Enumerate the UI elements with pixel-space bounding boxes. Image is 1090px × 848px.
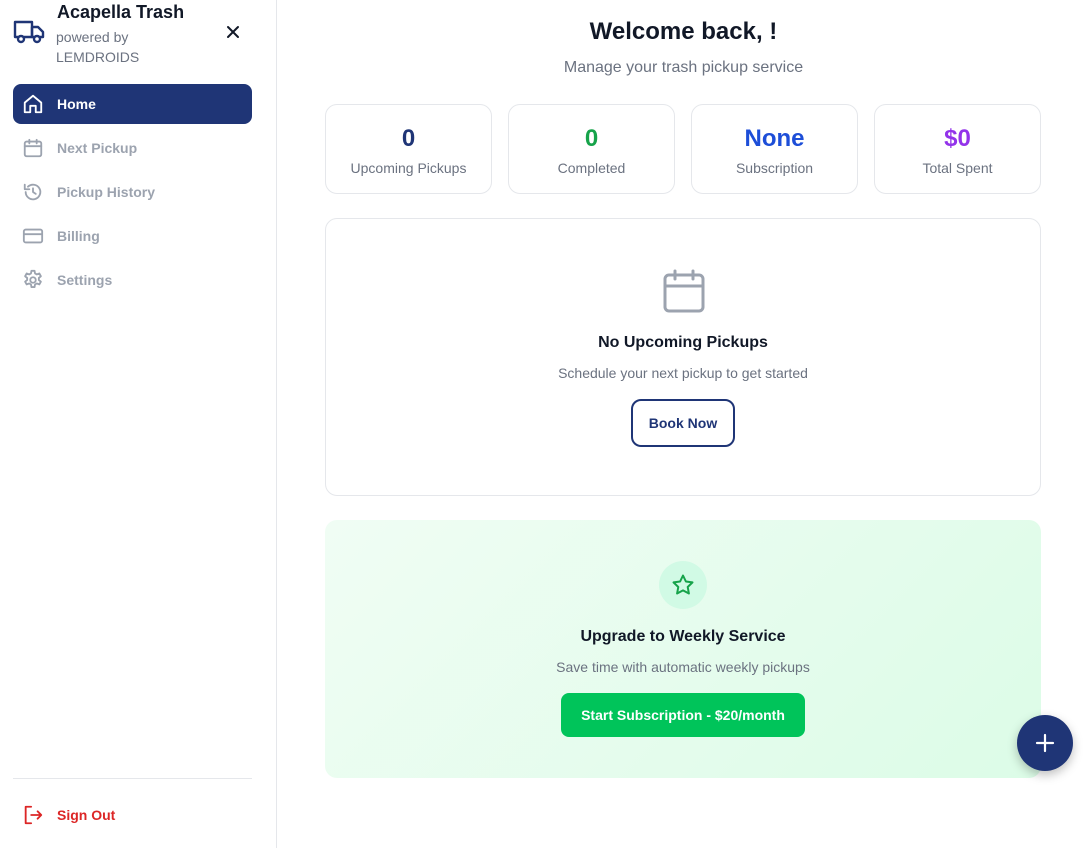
start-subscription-button[interactable]: Start Subscription - $20/month: [561, 693, 805, 737]
empty-state-title: No Upcoming Pickups: [598, 334, 768, 351]
close-icon: [227, 26, 239, 38]
page-title: Welcome back, !: [589, 18, 778, 45]
sidebar-item-label: Settings: [57, 272, 113, 288]
stat-value: 0: [584, 125, 599, 152]
app-subtitle: powered by LEMDROIDS: [56, 29, 140, 65]
brand-header: Acapella Trash powered by LEMDROIDS: [13, 0, 263, 70]
stat-label: Subscription: [735, 160, 814, 176]
upcoming-pickups-card: No Upcoming Pickups Schedule your next p…: [325, 218, 1041, 496]
sign-out-icon: [22, 804, 44, 826]
stat-value: $0: [944, 125, 971, 152]
star-badge: [659, 561, 707, 609]
upgrade-card: Upgrade to Weekly Service Save time with…: [325, 520, 1041, 778]
sidebar-item-label: Billing: [57, 228, 100, 244]
stat-card-completed: 0 Completed: [508, 104, 675, 194]
truck-icon: [13, 18, 45, 46]
calendar-icon: [22, 137, 44, 159]
stat-card-subscription: None Subscription: [691, 104, 858, 194]
stat-value: 0: [401, 125, 416, 152]
app-title: Acapella Trash: [57, 2, 185, 22]
sidebar-item-label: Pickup History: [57, 184, 156, 200]
calendar-icon: [660, 267, 708, 315]
upgrade-subtitle: Save time with automatic weekly pickups: [556, 659, 810, 675]
stat-card-upcoming: 0 Upcoming Pickups: [325, 104, 492, 194]
sidebar: Acapella Trash powered by LEMDROIDS Home: [0, 0, 277, 848]
plus-icon: [1035, 733, 1055, 753]
sign-out-label: Sign Out: [57, 807, 116, 823]
stat-card-total-spent: $0 Total Spent: [874, 104, 1041, 194]
sidebar-item-pickup-history[interactable]: Pickup History: [13, 172, 252, 212]
sidebar-divider: [13, 778, 252, 779]
sidebar-item-label: Home: [57, 96, 96, 112]
home-icon: [22, 93, 44, 115]
stat-value: None: [744, 125, 805, 152]
sidebar-item-label: Next Pickup: [57, 140, 138, 156]
book-now-button[interactable]: Book Now: [631, 399, 735, 447]
sidebar-item-settings[interactable]: Settings: [13, 260, 252, 300]
star-icon: [672, 574, 694, 595]
stat-label: Total Spent: [922, 160, 993, 176]
credit-card-icon: [22, 225, 44, 247]
stat-label: Completed: [557, 160, 626, 176]
sidebar-nav: Home Next Pickup Pickup History Billing …: [13, 84, 252, 304]
sign-out-button[interactable]: Sign Out: [13, 795, 252, 835]
sidebar-item-home[interactable]: Home: [13, 84, 252, 124]
sidebar-item-billing[interactable]: Billing: [13, 216, 252, 256]
close-sidebar-button[interactable]: [221, 20, 245, 44]
gear-icon: [22, 269, 44, 291]
sidebar-item-next-pickup[interactable]: Next Pickup: [13, 128, 252, 168]
upgrade-title: Upgrade to Weekly Service: [580, 628, 786, 645]
history-icon: [22, 181, 44, 203]
add-pickup-fab[interactable]: [1017, 715, 1073, 771]
page-subtitle: Manage your trash pickup service: [563, 59, 804, 76]
empty-state-subtitle: Schedule your next pickup to get started: [558, 365, 808, 381]
main-content: Welcome back, ! Manage your trash pickup…: [277, 0, 1090, 848]
stat-label: Upcoming Pickups: [350, 160, 467, 176]
